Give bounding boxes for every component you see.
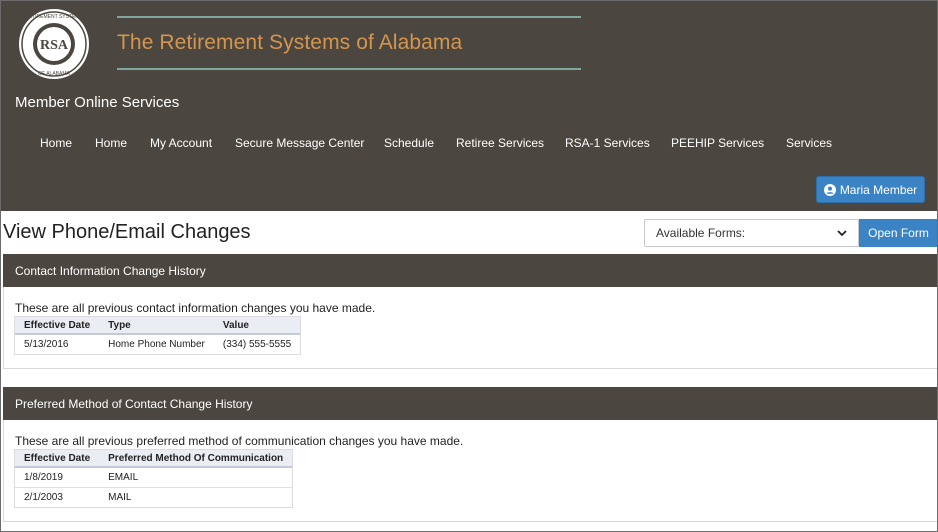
column-header-type: Type	[99, 317, 214, 335]
chevron-down-icon	[837, 230, 847, 237]
column-header-preferred-method: Preferred Method Of Communication	[99, 450, 293, 468]
cell-effective-date: 5/13/2016	[15, 333, 100, 354]
preferred-history-heading: Preferred Method of Contact Change Histo…	[3, 387, 937, 420]
user-circle-icon	[823, 183, 836, 196]
open-form-button[interactable]: Open Form	[859, 219, 937, 247]
column-header-effective-date: Effective Date	[15, 317, 100, 335]
cell-type: Home Phone Number	[99, 333, 214, 354]
svg-text:RETIREMENT SYSTEMS: RETIREMENT SYSTEMS	[25, 14, 83, 20]
cell-effective-date: 2/1/2003	[15, 486, 100, 507]
available-forms-value: Available Forms:	[656, 226, 746, 240]
header-divider-top	[117, 16, 581, 18]
page-frame: RSA RETIREMENT SYSTEMS OF ALABAMA The Re…	[0, 0, 938, 532]
table-header-row: Effective Date Preferred Method Of Commu…	[15, 450, 293, 468]
nav-peehip-services[interactable]: PEEHIP Services	[671, 136, 764, 150]
nav-home-2[interactable]: Home	[95, 136, 127, 150]
nav-my-account[interactable]: My Account	[150, 136, 212, 150]
header-divider-bottom	[117, 68, 581, 70]
cell-preferred-method: MAIL	[99, 486, 293, 507]
column-header-value: Value	[213, 317, 301, 335]
column-header-effective-date: Effective Date	[15, 450, 100, 468]
user-name: Maria Member	[839, 182, 918, 197]
preferred-history-description: These are all previous preferred method …	[15, 434, 464, 448]
nav-secure-message-center[interactable]: Secure Message Center	[235, 136, 364, 150]
cell-effective-date: 1/8/2019	[15, 466, 100, 487]
nav-rsa1-services[interactable]: RSA-1 Services	[565, 136, 650, 150]
nav-home[interactable]: Home	[40, 136, 72, 150]
nav-schedule[interactable]: Schedule	[384, 136, 434, 150]
available-forms-select[interactable]: Available Forms:	[644, 219, 859, 247]
user-menu-button[interactable]: Maria Member	[816, 176, 925, 203]
preferred-history-table: Effective Date Preferred Method Of Commu…	[13, 449, 294, 508]
contact-history-heading: Contact Information Change History	[3, 254, 937, 287]
nav-services[interactable]: Services	[786, 136, 832, 150]
contact-history-description: These are all previous contact informati…	[15, 301, 376, 315]
table-row: 1/8/2019 EMAIL	[15, 466, 293, 487]
site-header: RSA RETIREMENT SYSTEMS OF ALABAMA The Re…	[1, 1, 937, 211]
svg-text:RSA: RSA	[40, 38, 69, 53]
nav-retiree-services[interactable]: Retiree Services	[456, 136, 544, 150]
app-title: Member Online Services	[15, 94, 180, 111]
rsa-logo: RSA RETIREMENT SYSTEMS OF ALABAMA	[19, 9, 89, 79]
org-title: The Retirement Systems of Alabama	[117, 31, 463, 54]
table-header-row: Effective Date Type Value	[15, 317, 301, 335]
cell-value: (334) 555-5555	[213, 333, 301, 354]
cell-preferred-method: EMAIL	[99, 466, 293, 487]
contact-history-table: Effective Date Type Value 5/13/2016 Home…	[13, 316, 302, 355]
table-row: 2/1/2003 MAIL	[15, 486, 293, 507]
svg-text:OF ALABAMA: OF ALABAMA	[38, 71, 70, 77]
page-title: View Phone/Email Changes	[3, 221, 251, 243]
table-row: 5/13/2016 Home Phone Number (334) 555-55…	[15, 333, 301, 354]
